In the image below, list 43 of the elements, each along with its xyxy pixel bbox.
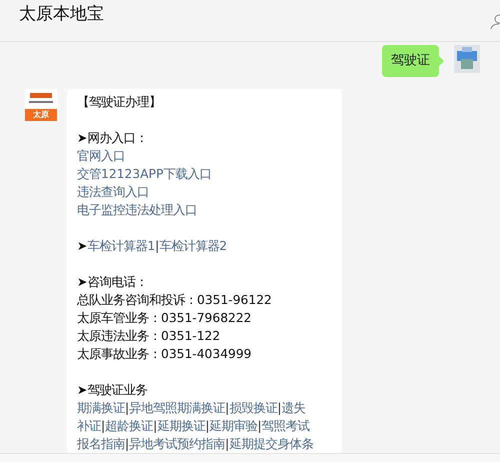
link[interactable]: 延期提交身体条 — [229, 435, 314, 453]
section-heading: ➤咨询电话： — [77, 274, 148, 291]
section-heading: ➤网办入口： — [77, 130, 148, 147]
separator: | — [225, 400, 230, 417]
separator: | — [155, 238, 160, 255]
link[interactable]: 超龄换证 — [105, 417, 154, 435]
separator: | — [125, 400, 130, 417]
link[interactable]: 遗失 — [281, 399, 306, 417]
separator: | — [125, 436, 130, 453]
link[interactable]: 违法查询入口 — [77, 183, 149, 201]
message-text: 总队业务咨询和投诉：0351-96122 — [77, 292, 272, 309]
link[interactable]: 驾照考试 — [262, 417, 310, 435]
account-logo: 太原 — [25, 89, 57, 121]
section-heading: ➤驾驶证业务 — [77, 382, 148, 399]
message-text: 太原事故业务：0351-4034999 — [77, 346, 252, 363]
link[interactable]: 车检计算器2 — [159, 237, 228, 255]
link[interactable]: 交管12123APP下载入口 — [77, 165, 212, 183]
separator: | — [257, 418, 262, 435]
separator: | — [101, 418, 106, 435]
message-text: 太原违法业务：0351-122 — [77, 328, 220, 345]
separator: | — [153, 418, 158, 435]
link[interactable]: 延期换证 — [157, 417, 206, 435]
separator: | — [225, 436, 230, 453]
link[interactable]: 补证 — [77, 417, 101, 435]
arrow-icon: ➤ — [77, 237, 88, 255]
bubble-tail — [439, 56, 444, 66]
link[interactable]: 期满换证 — [77, 399, 125, 417]
link[interactable]: 车检计算器1 — [87, 237, 156, 255]
chat-title: 太原本地宝 — [19, 3, 104, 26]
person-icon[interactable] — [490, 14, 500, 30]
sent-message: 驾驶证 — [382, 45, 439, 77]
avatar-icon — [454, 45, 480, 73]
link[interactable]: 电子监控违法处理入口 — [77, 201, 197, 219]
message-text: 【驾驶证办理】 — [77, 94, 161, 111]
separator: | — [277, 400, 282, 417]
link[interactable]: 官网入口 — [77, 147, 125, 165]
link[interactable]: 延期审验 — [209, 417, 258, 435]
link[interactable]: 异地考试预约指南 — [129, 435, 226, 453]
link[interactable]: 报名指南 — [77, 435, 125, 453]
link[interactable]: 异地驾照期满换证 — [129, 399, 226, 417]
link[interactable]: 损毁换证 — [229, 399, 278, 417]
separator: | — [205, 418, 210, 435]
message-text: 太原车管业务：0351-7968222 — [77, 310, 252, 327]
